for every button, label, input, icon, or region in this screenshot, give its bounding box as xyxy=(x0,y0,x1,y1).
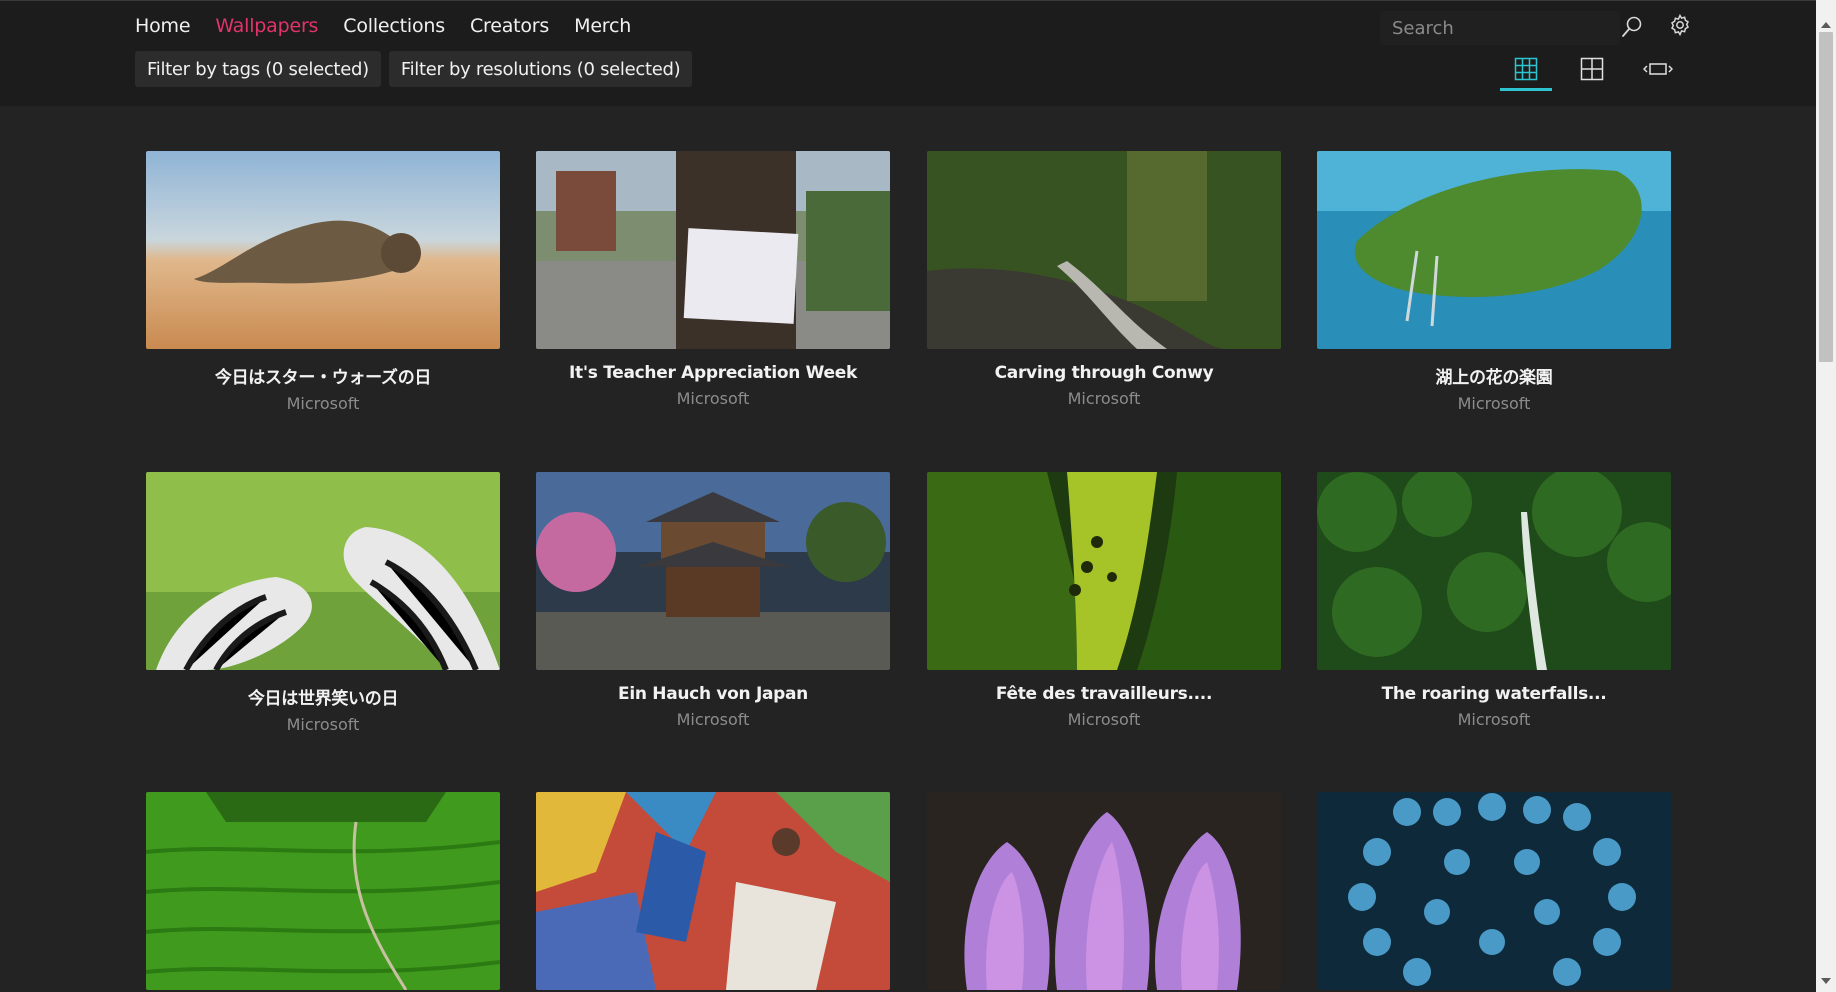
wallpaper-author[interactable]: Microsoft xyxy=(927,389,1281,408)
wallpaper-title: 湖上の花の楽園 xyxy=(1435,368,1553,388)
wallpaper-thumbnail[interactable] xyxy=(146,472,500,670)
wallpaper-grid: 今日はスター・ウォーズの日 Microsoft It's Teacher App… xyxy=(0,106,1816,992)
large-grid-view-button[interactable] xyxy=(1566,51,1618,91)
search-icon[interactable] xyxy=(1620,15,1644,39)
wallpaper-title: Carving through Conwy xyxy=(994,363,1214,383)
wallpaper-card[interactable]: It's Teacher Appreciation Week Microsoft xyxy=(536,151,890,408)
wallpaper-card[interactable]: Carving through Conwy Microsoft xyxy=(927,151,1281,408)
wallpaper-author[interactable]: Microsoft xyxy=(146,715,500,734)
wallpaper-card[interactable]: Ein Hauch von Japan Microsoft xyxy=(536,472,890,729)
small-grid-view-button[interactable] xyxy=(1500,51,1552,91)
wallpaper-card[interactable] xyxy=(1317,792,1671,992)
fit-width-view-button[interactable] xyxy=(1632,51,1684,91)
wallpaper-title: Ein Hauch von Japan xyxy=(618,684,808,704)
wallpaper-card[interactable]: 今日は世界笑いの日 Microsoft xyxy=(146,472,500,734)
wallpaper-author[interactable]: Microsoft xyxy=(927,710,1281,729)
small-grid-icon xyxy=(1514,57,1538,85)
wallpaper-title: It's Teacher Appreciation Week xyxy=(569,363,857,383)
wallpaper-card[interactable]: The roaring waterfalls... Microsoft xyxy=(1317,472,1671,729)
wallpaper-thumbnail[interactable] xyxy=(1317,792,1671,990)
wallpaper-card[interactable] xyxy=(927,792,1281,992)
scroll-up-arrow-icon[interactable] xyxy=(1821,22,1831,28)
wallpaper-title: Fête des travailleurs.... xyxy=(995,684,1213,704)
gear-icon[interactable] xyxy=(1668,13,1692,37)
wallpaper-card[interactable] xyxy=(536,792,890,992)
wallpaper-thumbnail[interactable] xyxy=(927,792,1281,990)
vertical-scrollbar[interactable] xyxy=(1816,0,1836,992)
wallpaper-author[interactable]: Microsoft xyxy=(146,394,500,413)
wallpaper-card[interactable]: 今日はスター・ウォーズの日 Microsoft xyxy=(146,151,500,413)
wallpaper-thumbnail[interactable] xyxy=(927,472,1281,670)
wallpaper-card[interactable]: 湖上の花の楽園 Microsoft xyxy=(1317,151,1671,413)
wallpaper-title: 今日は世界笑いの日 xyxy=(247,689,399,709)
wallpaper-thumbnail[interactable] xyxy=(146,792,500,990)
search-box xyxy=(1380,11,1620,45)
large-grid-icon xyxy=(1580,57,1604,85)
wallpaper-thumbnail[interactable] xyxy=(1317,151,1671,349)
wallpaper-card[interactable] xyxy=(146,792,500,992)
wallpaper-thumbnail[interactable] xyxy=(536,472,890,670)
wallpaper-title: The roaring waterfalls... xyxy=(1381,684,1607,704)
search-input[interactable] xyxy=(1380,11,1580,45)
wallpaper-card[interactable]: Fête des travailleurs.... Microsoft xyxy=(927,472,1281,729)
wallpaper-author[interactable]: Microsoft xyxy=(1317,394,1671,413)
top-bar: Home Wallpapers Collections Creators Mer… xyxy=(0,0,1816,106)
wallpaper-author[interactable]: Microsoft xyxy=(1317,710,1671,729)
wallpaper-author[interactable]: Microsoft xyxy=(536,710,890,729)
fit-width-icon xyxy=(1642,59,1674,83)
filter-tags-button[interactable]: Filter by tags (0 selected) xyxy=(135,51,381,87)
wallpaper-thumbnail[interactable] xyxy=(146,151,500,349)
nav-home[interactable]: Home xyxy=(135,15,191,37)
main-nav: Home Wallpapers Collections Creators Mer… xyxy=(135,15,656,37)
filter-bar: Filter by tags (0 selected) Filter by re… xyxy=(135,51,700,87)
nav-wallpapers[interactable]: Wallpapers xyxy=(215,15,318,37)
nav-collections[interactable]: Collections xyxy=(343,15,445,37)
scroll-down-arrow-icon[interactable] xyxy=(1821,978,1831,984)
wallpaper-thumbnail[interactable] xyxy=(536,792,890,990)
wallpaper-author[interactable]: Microsoft xyxy=(536,389,890,408)
wallpaper-thumbnail[interactable] xyxy=(536,151,890,349)
filter-resolutions-button[interactable]: Filter by resolutions (0 selected) xyxy=(388,51,693,87)
wallpaper-thumbnail[interactable] xyxy=(927,151,1281,349)
wallpaper-thumbnail[interactable] xyxy=(1317,472,1671,670)
scrollbar-thumb[interactable] xyxy=(1819,32,1833,362)
nav-merch[interactable]: Merch xyxy=(574,15,631,37)
nav-creators[interactable]: Creators xyxy=(470,15,549,37)
wallpaper-title: 今日はスター・ウォーズの日 xyxy=(214,368,432,388)
